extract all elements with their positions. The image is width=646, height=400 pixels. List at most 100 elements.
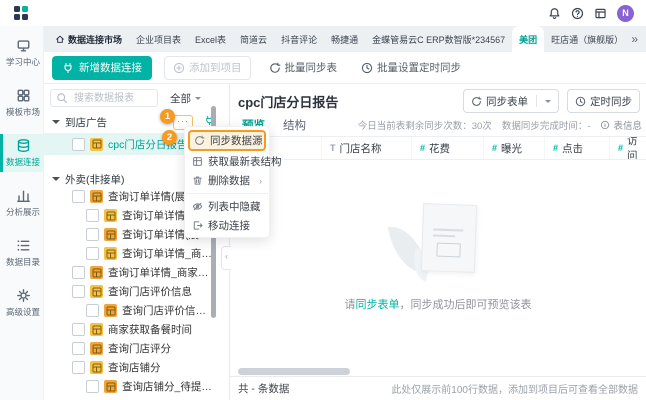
menu-item-delete-data[interactable]: 删除数据› xyxy=(185,171,269,190)
app-logo-icon[interactable] xyxy=(14,6,28,20)
notification-bell-icon[interactable] xyxy=(548,7,561,20)
sidebar-item-catalog[interactable]: 数据目录 xyxy=(0,234,43,272)
submenu-arrow-icon: › xyxy=(259,176,262,186)
connection-tab[interactable]: Excel表 xyxy=(188,26,233,52)
menu-divider xyxy=(186,193,268,194)
tree-item-checkbox[interactable] xyxy=(72,266,85,279)
filter-label: 全部 xyxy=(170,91,191,106)
table-icon xyxy=(104,304,117,317)
table-icon xyxy=(104,247,117,260)
tree-item-checkbox[interactable] xyxy=(86,209,99,222)
tab-structure[interactable]: 结构 xyxy=(283,117,306,133)
sync-form-link[interactable]: 同步表单 xyxy=(356,299,400,311)
batch-sync-button[interactable]: 批量同步表 xyxy=(263,56,344,80)
new-connection-button[interactable]: 新增数据连接 xyxy=(52,56,152,80)
horizontal-scrollbar[interactable] xyxy=(238,368,350,375)
batch-schedule-button[interactable]: 批量设置定时同步 xyxy=(355,56,467,80)
connection-tab-label: 旺店通（旗舰版） xyxy=(551,33,623,46)
connection-tab[interactable]: 畅捷通 xyxy=(324,26,365,52)
tree-item-checkbox[interactable] xyxy=(72,285,85,298)
sync-table-button[interactable]: 同步表单 xyxy=(463,89,559,113)
connection-tab[interactable]: 美团 xyxy=(512,26,544,52)
connection-tab[interactable]: 数据连接市场 xyxy=(48,26,129,52)
sidebar-item-label: 数据目录 xyxy=(6,256,40,268)
connection-tab[interactable]: 旺店通（旗舰版） xyxy=(544,26,629,52)
page-title: cpc门店分日报告 xyxy=(238,92,338,111)
catalog-icon xyxy=(16,238,31,253)
menu-item-get-latest-structure[interactable]: 获取最新表结构 xyxy=(185,152,269,171)
sync-dropdown-caret-icon[interactable] xyxy=(545,100,551,106)
tree-item-checkbox[interactable] xyxy=(86,304,99,317)
connection-tab-label: 美团 xyxy=(519,33,537,46)
sync-complete-text: 数据同步完成时间：- xyxy=(502,118,591,132)
connection-tab-label: 金蝶管易云C ERP数智版*234567 xyxy=(372,33,505,46)
refresh-icon xyxy=(471,96,482,107)
workbench-icon[interactable] xyxy=(594,7,607,20)
table-icon xyxy=(90,323,103,336)
table-footer: 共 - 条数据 此处仅展示前100行数据，添加到项目后可查看全部数据 xyxy=(230,376,646,400)
eye-off-icon xyxy=(192,201,203,212)
toolbar: 新增数据连接 添加到项目 批量同步表 批量设置定时同步 xyxy=(44,52,646,84)
tree-item-label: 查询门店评分 xyxy=(108,341,171,356)
sidebar-item-label: 学习中心 xyxy=(6,56,40,68)
tree-item-checkbox[interactable] xyxy=(72,138,85,151)
sidebar-item-analysis[interactable]: 分析展示 xyxy=(0,184,43,222)
tree-item-checkbox[interactable] xyxy=(72,323,85,336)
connection-tab[interactable]: 抖音评论 xyxy=(274,26,324,52)
table-column-header[interactable]: T门店名称 xyxy=(322,137,412,159)
tree-item-checkbox[interactable] xyxy=(86,247,99,260)
table-column-header[interactable]: #曝光 xyxy=(484,137,545,159)
connection-tab[interactable]: 企业项目表 xyxy=(129,26,188,52)
tree-item[interactable]: 查询店铺分 xyxy=(44,358,229,377)
table-column-header[interactable]: #点击 xyxy=(545,137,610,159)
avatar[interactable]: N xyxy=(617,5,634,22)
connection-tab[interactable]: 简道云 xyxy=(233,26,274,52)
connection-tab-label: 企业项目表 xyxy=(136,33,181,46)
tree-item-checkbox[interactable] xyxy=(72,361,85,374)
tree-item[interactable]: 查询店铺分_待提升项 xyxy=(44,377,229,396)
sidebar-item-label: 分析展示 xyxy=(6,206,40,218)
table-column-header[interactable]: #访问 xyxy=(610,137,646,159)
tree-item[interactable]: 查询门店评价信息 xyxy=(44,282,229,301)
learn-icon xyxy=(16,38,31,53)
market-icon xyxy=(16,88,31,103)
menu-item-hide-in-list[interactable]: 列表中隐藏 xyxy=(185,197,269,216)
tree-item[interactable]: 查询门店评价信息_订单信息 xyxy=(44,301,229,320)
sync-icon xyxy=(194,135,205,146)
tree-item[interactable]: 商家获取备餐时间 xyxy=(44,320,229,339)
empty-hint: 请同步表单，同步成功后即可预览该表 xyxy=(230,296,646,312)
sidebar-item-market[interactable]: 模板市场 xyxy=(0,84,43,122)
panel-collapse-handle[interactable]: ‹ xyxy=(221,246,231,270)
move-icon xyxy=(192,220,203,231)
sidebar-item-learn[interactable]: 学习中心 xyxy=(0,34,43,72)
tree-item[interactable]: 查询门店评分 xyxy=(44,339,229,358)
tree-item[interactable]: 查询订单详情_商家对账信息... xyxy=(44,244,229,263)
caret-down-icon xyxy=(52,177,60,185)
table-icon xyxy=(104,209,117,222)
type-filter-dropdown[interactable]: 全部 xyxy=(170,91,201,106)
tree-item-checkbox[interactable] xyxy=(86,228,99,241)
table-icon xyxy=(90,190,103,203)
menu-item-label: 同步数据源 xyxy=(210,133,263,148)
clock-icon xyxy=(361,62,373,74)
search-input[interactable] xyxy=(72,92,152,105)
table-info-link[interactable]: 表信息 xyxy=(600,118,642,132)
tree-item-checkbox[interactable] xyxy=(86,380,99,393)
tree-item-label: 商家获取备餐时间 xyxy=(108,322,192,337)
tree-item-checkbox[interactable] xyxy=(72,190,85,203)
schedule-sync-button[interactable]: 定时同步 xyxy=(567,89,640,113)
tree-item[interactable]: 查询订单详情_商家对账信息... xyxy=(44,263,229,282)
tree-item-checkbox[interactable] xyxy=(72,342,85,355)
connection-source-tabs: 数据连接市场企业项目表 Excel表简道云抖音评论畅捷通 金蝶管易云C ERP数智版… xyxy=(44,26,646,52)
sidebar-item-settings[interactable]: 高级设置 xyxy=(0,284,43,322)
menu-item-move-connection[interactable]: 移动连接 xyxy=(185,216,269,235)
tree-group-label: 到店广告 xyxy=(65,115,107,130)
sidebar-item-connect[interactable]: 数据连接 xyxy=(0,134,43,172)
add-to-project-button[interactable]: 添加到项目 xyxy=(164,56,251,80)
tabs-overflow-chevron-icon[interactable]: » xyxy=(631,33,638,45)
help-icon[interactable] xyxy=(571,7,584,20)
connection-tab[interactable]: 金蝶管易云C ERP数智版*234567 xyxy=(365,26,512,52)
connection-tab-label: 畅捷通 xyxy=(331,33,358,46)
table-column-header[interactable]: #花费 xyxy=(412,137,484,159)
menu-item-sync-datasource[interactable]: 同步数据源 xyxy=(188,130,266,151)
